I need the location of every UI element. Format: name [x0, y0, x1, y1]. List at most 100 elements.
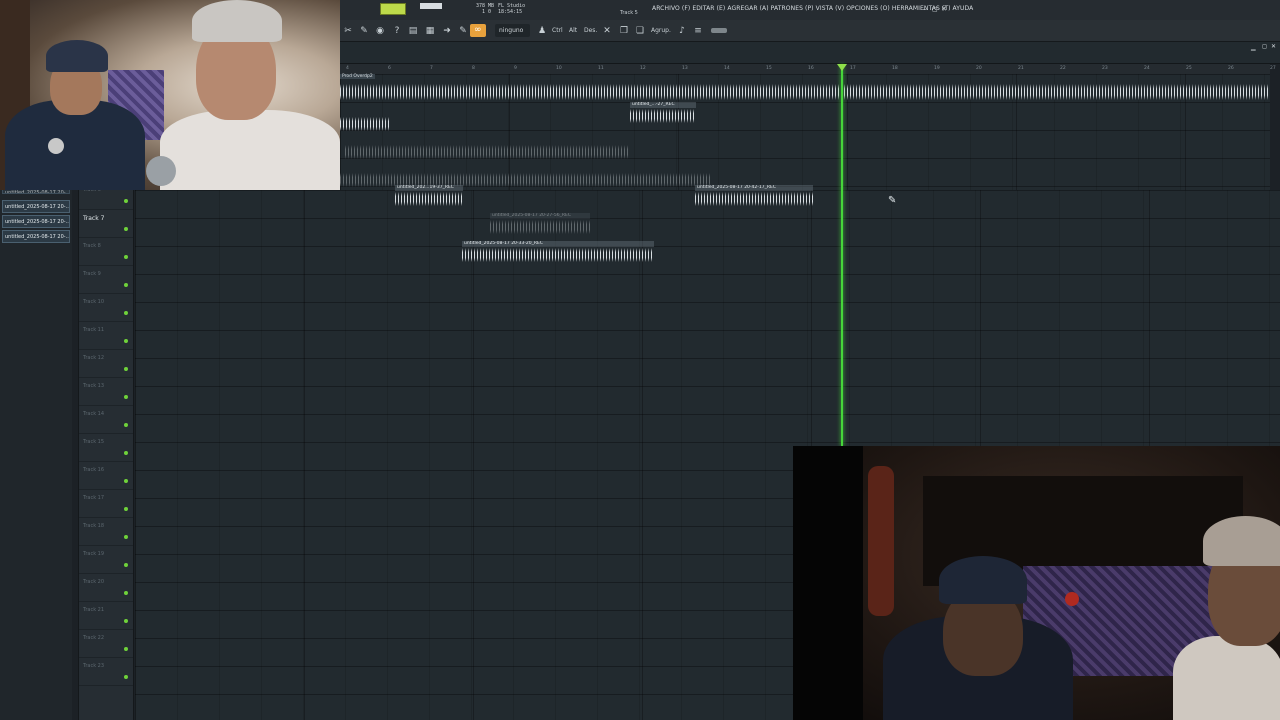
track-header[interactable]: Track 16 — [79, 462, 133, 490]
track-header[interactable]: Track 14 — [79, 406, 133, 434]
audio-clip[interactable]: untitled_202...19-37_REC — [395, 185, 463, 207]
speaker-icon[interactable]: ◉ — [375, 26, 385, 36]
cut-icon[interactable]: ✕ — [602, 26, 612, 36]
track-mute-led[interactable] — [124, 283, 128, 287]
group-button[interactable]: Agrup. — [651, 27, 671, 34]
alt-button[interactable]: Alt — [569, 27, 577, 34]
track-name: Track 10 — [83, 299, 105, 305]
track-header[interactable]: Track 19 — [79, 546, 133, 574]
track-header[interactable]: Track 21 — [79, 602, 133, 630]
audio-clip-selected[interactable]: untitled_2025-08-17 20-33-20_REC — [462, 241, 654, 263]
track-header[interactable]: Track 11 — [79, 322, 133, 350]
piano-icon[interactable]: ▦ — [425, 26, 435, 36]
zoom-slider[interactable] — [711, 28, 727, 33]
panel-maximize-icon[interactable]: ◻ — [1262, 43, 1267, 50]
person-right-shirt — [160, 110, 340, 190]
audio-clip-master[interactable] — [340, 82, 1270, 102]
maximize-icon[interactable]: ◻ — [932, 5, 938, 13]
track-mute-led[interactable] — [124, 507, 128, 511]
audio-clip[interactable] — [340, 110, 390, 132]
ruler-bar-number: 10 — [556, 66, 562, 71]
ruler-bar-number: 24 — [1144, 66, 1150, 71]
track-mute-led[interactable] — [124, 619, 128, 623]
track-header[interactable]: Track 15 — [79, 434, 133, 462]
arrow-right-icon[interactable]: ➜ — [442, 26, 452, 36]
panel-minimize-icon[interactable]: ▁ — [1251, 44, 1256, 51]
track-name: Track 9 — [83, 271, 101, 277]
track-name: Track 17 — [83, 495, 105, 501]
track-header[interactable]: Track 20 — [79, 574, 133, 602]
deselect-button[interactable]: Des. — [584, 27, 597, 34]
track-name: Track 19 — [83, 551, 105, 557]
track-header[interactable]: Track 18 — [79, 518, 133, 546]
menu-icon[interactable]: ≡ — [693, 26, 703, 36]
audio-clip-ghost[interactable] — [345, 138, 630, 160]
track-mute-led[interactable] — [124, 675, 128, 679]
pointer-cursor-icon: ✎ — [888, 195, 897, 206]
track-mute-led[interactable] — [124, 395, 128, 399]
sticker-icon — [1065, 592, 1079, 606]
track-mute-led[interactable] — [124, 451, 128, 455]
ruler-bar-number: 20 — [976, 66, 982, 71]
track-mute-led[interactable] — [124, 535, 128, 539]
browser-item[interactable]: untitled_2025-08-17 20-... — [2, 200, 70, 213]
track-header[interactable]: Track 9 — [79, 266, 133, 294]
track-header[interactable]: Track 17 — [79, 490, 133, 518]
minimize-icon[interactable]: – — [923, 5, 927, 13]
audio-clip-ghost[interactable]: untitled_2025-08-17 20-27-56_REC — [490, 213, 590, 235]
track-name: Track 15 — [83, 439, 105, 445]
clock-readout: 18:54:15 — [498, 9, 523, 15]
track-mute-led[interactable] — [124, 647, 128, 651]
waveform — [345, 145, 630, 159]
track-mute-led[interactable] — [124, 255, 128, 259]
close-icon[interactable]: ✕ — [941, 5, 947, 13]
playhead-marker-icon[interactable] — [837, 64, 847, 71]
track-mute-led[interactable] — [124, 479, 128, 483]
panel-close-icon[interactable]: ✕ — [1271, 43, 1276, 50]
snap-dropdown[interactable]: ninguno — [495, 24, 530, 37]
track-header[interactable]: Track 13 — [79, 378, 133, 406]
playhead[interactable] — [841, 64, 843, 446]
track-mute-led[interactable] — [124, 423, 128, 427]
track-name: Track 12 — [83, 355, 105, 361]
webcam-overlay-top — [0, 0, 340, 190]
cpu-meter — [380, 3, 406, 15]
waveform — [490, 220, 590, 234]
track-name: Track 11 — [83, 327, 105, 333]
browser-item[interactable]: untitled_2025-08-17 20-... — [2, 230, 70, 243]
ruler-bar-number: 19 — [934, 66, 940, 71]
track-mute-led[interactable] — [124, 311, 128, 315]
draw-icon[interactable]: ✎ — [458, 26, 468, 36]
ruler-bar-number: 27 — [1270, 66, 1276, 71]
track-header[interactable]: Track 22 — [79, 630, 133, 658]
help-icon[interactable]: ? — [392, 26, 402, 36]
track-header[interactable]: Track 8 — [79, 238, 133, 266]
track-header[interactable]: Track 10 — [79, 294, 133, 322]
window-icon[interactable]: ▤ — [408, 26, 418, 36]
track-mute-led[interactable] — [124, 367, 128, 371]
browser-item[interactable]: untitled_2025-08-17 20-... — [2, 215, 70, 228]
track-mute-led[interactable] — [124, 227, 128, 231]
ruler-bar-number: 7 — [430, 66, 433, 71]
paste-icon[interactable]: ❏ — [635, 26, 645, 36]
track-mute-led[interactable] — [124, 339, 128, 343]
waveform — [630, 109, 696, 123]
waveform — [395, 192, 463, 206]
track-mute-led[interactable] — [124, 199, 128, 203]
track-name: Track 7 — [83, 215, 105, 222]
ctrl-button[interactable]: Ctrl — [552, 27, 563, 34]
link-tool-button[interactable]: ∞ — [470, 24, 486, 37]
track-header[interactable]: Track 12 — [79, 350, 133, 378]
copy-icon[interactable]: ❐ — [619, 26, 629, 36]
track-header[interactable]: Track 23 — [79, 658, 133, 686]
stamp-icon[interactable]: ♟ — [537, 26, 547, 36]
track-header[interactable]: Track 7 — [79, 210, 133, 238]
audio-clip[interactable]: untitled_2025-08-17 20-42-17_REC — [695, 185, 813, 207]
pencil-icon[interactable]: ✎ — [359, 26, 369, 36]
magnet-icon[interactable]: ✂ — [343, 26, 353, 36]
timeline-ruler[interactable]: 4 6 7 8 9 10 11 12 13 14 15 16 17 18 19 20 21 22 23 24 25 26 2… — [340, 64, 1276, 74]
mic-icon[interactable]: ♪ — [677, 26, 687, 36]
audio-clip[interactable]: untitled_...-27_REC — [630, 102, 696, 124]
track-mute-led[interactable] — [124, 591, 128, 595]
track-mute-led[interactable] — [124, 563, 128, 567]
